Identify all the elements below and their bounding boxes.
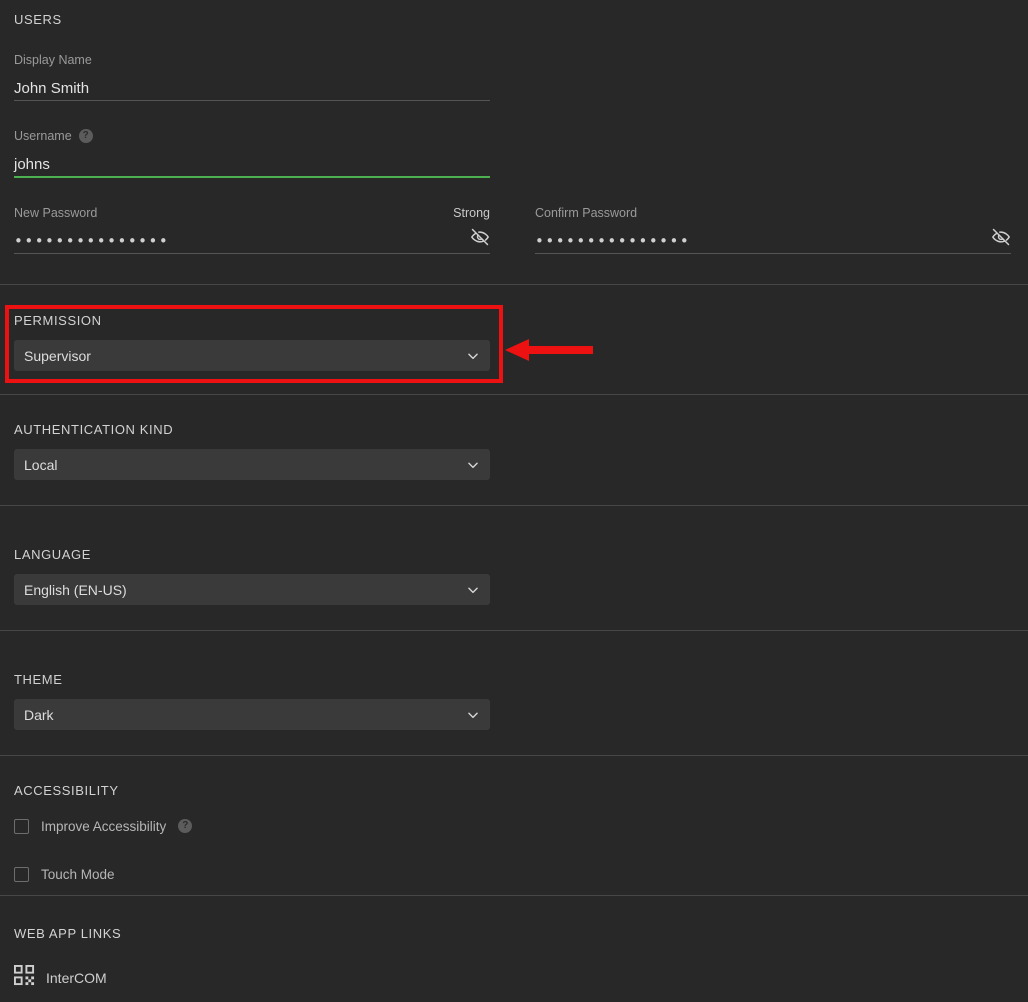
theme-title: THEME [14, 672, 63, 687]
display-name-label-text: Display Name [14, 53, 92, 67]
divider [0, 394, 1028, 395]
divider [0, 284, 1028, 285]
checkbox-improve-accessibility[interactable]: Improve Accessibility ? [14, 816, 193, 836]
permission-section: PERMISSION Supervisor [14, 313, 490, 371]
confirm-password-label-text: Confirm Password [535, 206, 638, 220]
username-label: Username ? [14, 128, 490, 144]
language-section: LANGUAGE English (EN-US) [14, 547, 490, 605]
display-name-underline [14, 100, 490, 101]
confirm-password-value[interactable]: ••••••••••••••• [535, 221, 1011, 253]
web-app-link-label: InterCOM [46, 970, 107, 986]
pointer-arrow [505, 336, 593, 364]
web-app-links-title: WEB APP LINKS [14, 926, 122, 941]
page-title: USERS [14, 12, 62, 27]
new-password-dots: ••••••••••••••• [14, 232, 170, 250]
chevron-down-icon [466, 583, 480, 597]
permission-select[interactable]: Supervisor [14, 340, 490, 371]
new-password-label: New Password Strong [14, 205, 490, 221]
theme-select[interactable]: Dark [14, 699, 490, 730]
password-strength-badge: Strong [453, 206, 490, 220]
checkbox-box[interactable] [14, 866, 29, 882]
checkbox-box[interactable] [14, 818, 29, 834]
permission-title: PERMISSION [14, 313, 102, 328]
chevron-down-icon [466, 708, 480, 722]
help-circle-icon[interactable]: ? [178, 819, 193, 833]
accessibility-section: ACCESSIBILITY Improve Accessibility ? To… [14, 783, 193, 884]
username-value[interactable]: johns [14, 144, 490, 176]
eye-off-icon[interactable] [470, 227, 490, 247]
checkbox-touch-mode[interactable]: Touch Mode [14, 864, 192, 884]
username-field[interactable]: Username ? johns [14, 128, 490, 178]
divider [0, 755, 1028, 756]
language-title: LANGUAGE [14, 547, 92, 562]
help-circle-icon[interactable]: ? [78, 129, 93, 143]
language-select[interactable]: English (EN-US) [14, 574, 490, 605]
qr-code-icon [14, 965, 35, 991]
confirm-password-label: Confirm Password [535, 205, 1011, 221]
web-app-link-intercom[interactable]: InterCOM [14, 965, 121, 991]
authentication-kind-section: AUTHENTICATION KIND Local [14, 422, 490, 480]
language-select-value: English (EN-US) [24, 581, 127, 598]
accessibility-title: ACCESSIBILITY [14, 783, 119, 798]
eye-off-icon[interactable] [991, 227, 1011, 247]
username-underline [14, 176, 490, 178]
divider [0, 505, 1028, 506]
checkbox-label: Touch Mode [41, 866, 115, 882]
chevron-down-icon [466, 349, 480, 363]
new-password-field[interactable]: New Password Strong ••••••••••••••• [14, 205, 490, 254]
confirm-password-underline [535, 253, 1011, 254]
chevron-down-icon [466, 458, 480, 472]
username-label-text: Username [14, 129, 72, 143]
web-app-links-section: WEB APP LINKS InterCOM [14, 926, 121, 991]
theme-select-value: Dark [24, 706, 54, 723]
authentication-kind-title: AUTHENTICATION KIND [14, 422, 174, 437]
permission-select-value: Supervisor [24, 347, 91, 364]
display-name-label: Display Name [14, 52, 490, 68]
display-name-field[interactable]: Display Name John Smith [14, 52, 490, 101]
divider [0, 630, 1028, 631]
divider [0, 895, 1028, 896]
user-settings-page: USERS Display Name John Smith Username ?… [0, 0, 1028, 1002]
theme-section: THEME Dark [14, 672, 490, 730]
checkbox-label: Improve Accessibility [41, 818, 167, 834]
display-name-value[interactable]: John Smith [14, 68, 490, 100]
authentication-kind-select[interactable]: Local [14, 449, 490, 480]
new-password-label-text: New Password [14, 206, 98, 220]
new-password-value[interactable]: ••••••••••••••• [14, 221, 490, 253]
confirm-password-dots: ••••••••••••••• [535, 232, 691, 250]
confirm-password-field[interactable]: Confirm Password ••••••••••••••• [535, 205, 1011, 254]
authentication-kind-select-value: Local [24, 456, 58, 473]
new-password-underline [14, 253, 490, 254]
